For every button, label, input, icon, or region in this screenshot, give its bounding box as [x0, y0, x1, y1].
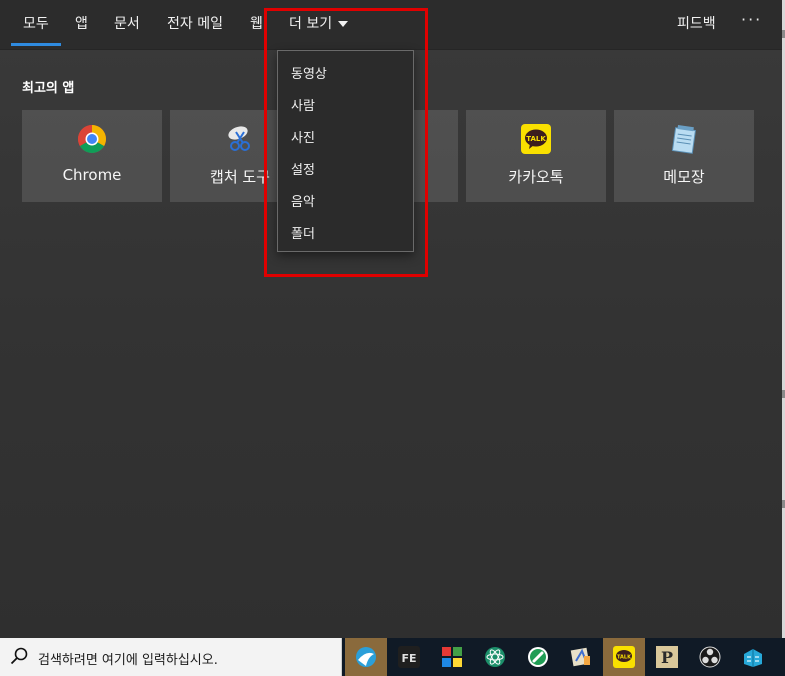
more-options-button[interactable]: ··· — [741, 10, 762, 29]
menu-item-people[interactable]: 사람 — [278, 88, 413, 120]
blue-app-icon — [744, 649, 762, 667]
svg-text:FE: FE — [401, 652, 416, 665]
app-tile-label: 카카오톡 — [508, 168, 564, 186]
taskbar-app[interactable]: FE — [388, 638, 430, 676]
p-app-icon: P — [656, 646, 678, 668]
taskbar-app[interactable] — [474, 638, 516, 676]
svg-text:TALK: TALK — [526, 135, 546, 143]
section-title: 최고의 앱 — [22, 81, 75, 96]
notepad-icon — [671, 125, 696, 154]
media-icon — [570, 647, 590, 667]
puzzle-icon — [442, 647, 462, 667]
menu-item-folders[interactable]: 폴더 — [278, 216, 413, 248]
app-icon — [356, 647, 376, 667]
app-tile-label: 메모장 — [663, 168, 705, 186]
tab-apps[interactable]: 앱 — [75, 13, 88, 33]
taskbar-app[interactable] — [560, 638, 602, 676]
tab-documents[interactable]: 문서 — [114, 13, 140, 33]
tab-all[interactable]: 모두 — [11, 13, 61, 46]
menu-item-photos[interactable]: 사진 — [278, 120, 413, 152]
menu-item-label: 사람 — [291, 99, 315, 114]
menu-item-label: 폴더 — [291, 227, 315, 242]
svg-text:TALK: TALK — [617, 655, 632, 661]
taskbar-app[interactable] — [517, 638, 559, 676]
svg-text:P: P — [661, 648, 673, 667]
menu-item-label: 음악 — [291, 195, 315, 210]
taskbar-search-box[interactable]: 검색하려면 여기에 입력하십시오. — [0, 638, 342, 676]
menu-item-label: 사진 — [291, 131, 315, 146]
taskbar-app[interactable]: P — [646, 638, 688, 676]
more-dropdown-menu: 동영상 사람 사진 설정 음악 폴더 — [277, 50, 414, 252]
menu-item-label: 설정 — [291, 163, 315, 178]
app-tile-label: Chrome — [62, 166, 122, 184]
caret-down-icon — [338, 21, 349, 27]
app-tile-chrome[interactable]: Chrome — [22, 110, 162, 202]
green-app-icon — [528, 647, 548, 667]
search-icon — [10, 647, 28, 665]
menu-item-music[interactable]: 음악 — [278, 184, 413, 216]
menu-item-settings[interactable]: 설정 — [278, 152, 413, 184]
taskbar-app[interactable] — [345, 638, 387, 676]
kakaotalk-icon: TALK — [613, 646, 635, 668]
taskbar-app[interactable] — [431, 638, 473, 676]
chrome-icon — [78, 125, 106, 153]
menu-item-videos[interactable]: 동영상 — [278, 56, 413, 88]
obs-icon — [699, 646, 721, 668]
feedback-link[interactable]: 피드백 — [677, 13, 716, 33]
tab-more-label: 더 보기 — [289, 16, 333, 32]
tab-web[interactable]: 웹 — [250, 13, 263, 33]
tab-more[interactable]: 더 보기 — [289, 13, 349, 33]
taskbar-app[interactable] — [732, 638, 774, 676]
taskbar-app[interactable]: TALK — [603, 638, 645, 676]
taskbar: 검색하려면 여기에 입력하십시오. FE TALK P — [0, 638, 785, 676]
menu-item-label: 동영상 — [291, 67, 327, 82]
atom-icon — [485, 647, 505, 667]
search-nav: 모두 앱 문서 전자 메일 웹 더 보기 피드백 ··· — [0, 0, 782, 50]
kakaotalk-icon: TALK — [521, 124, 551, 154]
ae-icon: FE — [398, 646, 420, 668]
taskbar-app[interactable] — [689, 638, 731, 676]
snipping-tool-icon — [228, 126, 250, 151]
app-tile-notepad[interactable]: 메모장 — [614, 110, 754, 202]
tab-email[interactable]: 전자 메일 — [167, 13, 223, 33]
search-placeholder: 검색하려면 여기에 입력하십시오. — [38, 653, 218, 668]
app-tile-kakaotalk[interactable]: TALK 카카오톡 — [466, 110, 606, 202]
